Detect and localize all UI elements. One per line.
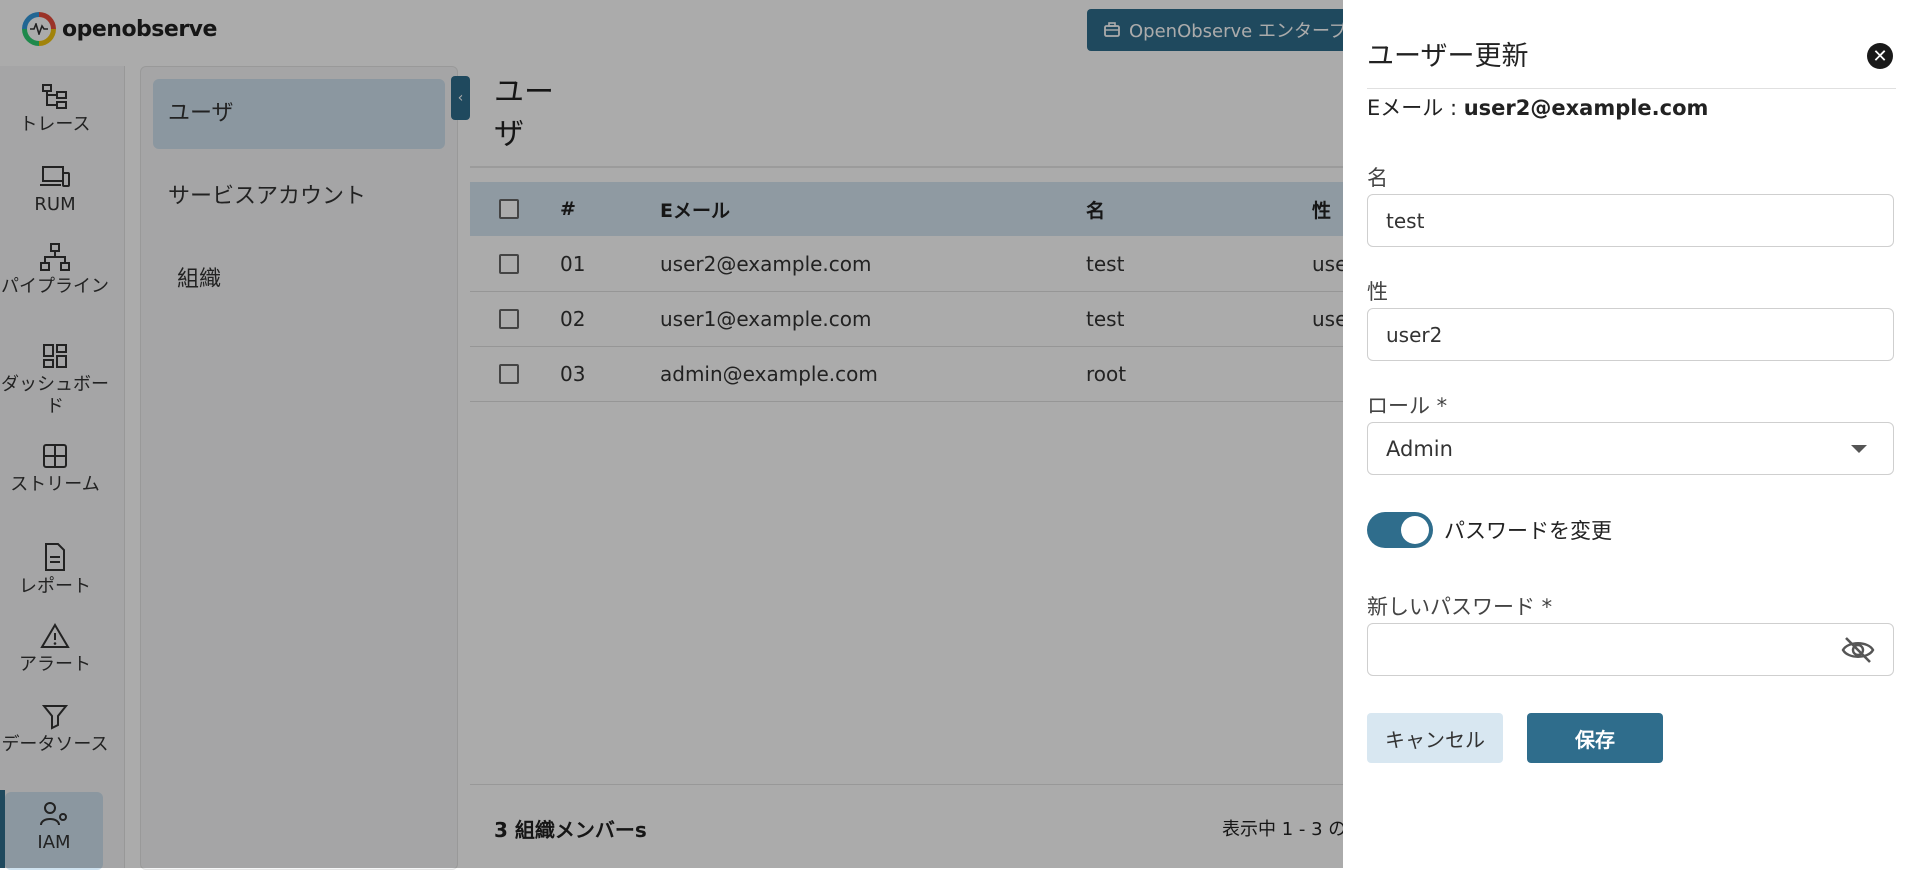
last-name-label: 性 [1367,280,1388,304]
change-password-label: パスワードを変更 [1444,519,1612,543]
email-value: user2@example.com [1463,96,1709,120]
role-select[interactable]: Admin [1367,422,1894,475]
close-icon[interactable]: ✕ [1867,43,1893,69]
app-root: openobserve OpenObserve エンタープライ トレース RUM… [0,0,1915,870]
email-display: Eメール : user2@example.com [1367,92,1708,122]
role-value: Admin [1386,436,1453,461]
cancel-button[interactable]: キャンセル [1367,713,1503,763]
drawer-title: ユーザー更新 [1367,41,1529,72]
change-password-toggle[interactable] [1367,512,1433,548]
last-name-value: user2 [1386,322,1443,347]
divider [1367,88,1896,89]
email-label: Eメール : [1367,96,1464,120]
first-name-label: 名 [1367,166,1388,190]
new-password-field[interactable] [1367,623,1894,676]
new-password-label: 新しいパスワード * [1367,595,1553,619]
caret-down-icon [1851,445,1867,453]
update-user-drawer: ユーザー更新 ✕ Eメール : user2@example.com 名 test… [1343,0,1915,868]
toggle-knob [1401,516,1429,544]
save-button[interactable]: 保存 [1527,713,1663,763]
eye-off-icon[interactable] [1841,636,1875,664]
first-name-field[interactable]: test [1367,194,1894,247]
last-name-field[interactable]: user2 [1367,308,1894,361]
role-label: ロール * [1367,394,1448,418]
first-name-value: test [1386,208,1425,233]
